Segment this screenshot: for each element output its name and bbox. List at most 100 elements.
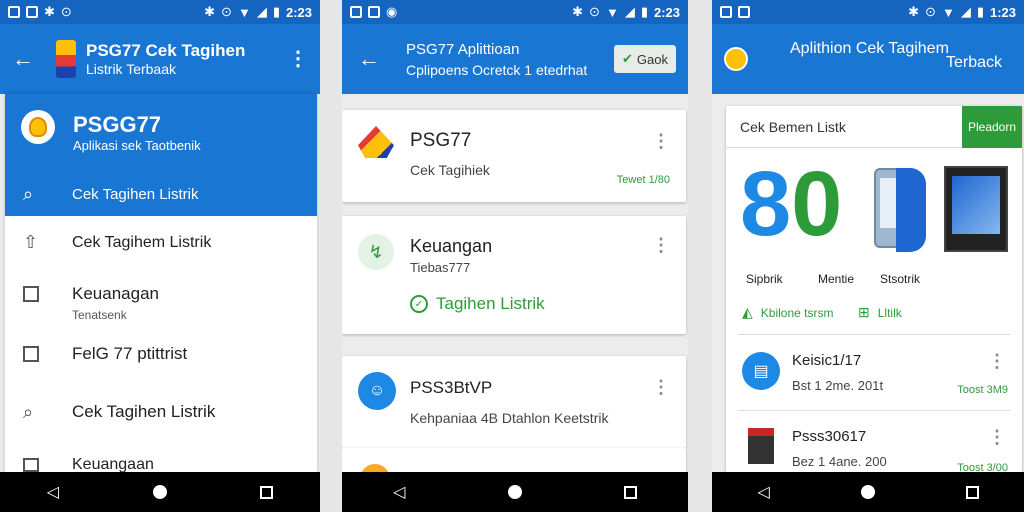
app-logo-icon — [56, 40, 76, 78]
alarm-icon: ⊙ — [589, 4, 600, 19]
drawer-item-label: FelG 77 ptittrist — [72, 344, 188, 363]
app-title: PSG77 Aplittioan — [406, 40, 520, 58]
list-card[interactable]: PSG77 Cek Tagihiek Tewet 1/80 ⋮ — [342, 110, 686, 202]
list-item[interactable]: ▤ Keisic1/17 Bst 1 2me. 201t Toost 3M9 ⋮ — [726, 338, 1022, 410]
app-title: PSG77 Cek Tagihen — [86, 41, 246, 60]
list-item-title: Keisic1/17 — [792, 352, 862, 369]
appbar-button[interactable]: ✔ Gaok — [614, 45, 676, 73]
plug-icon: ⊞ — [858, 304, 870, 320]
big-digit: 8 — [740, 153, 792, 255]
message-icon: ◉ — [386, 4, 398, 19]
back-arrow-icon[interactable]: ← — [358, 46, 380, 72]
card-title: PSS3BtVP — [410, 378, 493, 397]
big-digit: 0 — [791, 153, 843, 255]
status-time: 1:23 — [989, 4, 1016, 20]
home-icon[interactable] — [152, 485, 167, 499]
panel-action[interactable]: ⊞ Lltilk — [858, 304, 902, 321]
overflow-menu-icon[interactable]: ⋮ — [288, 49, 308, 69]
system-nav-bar: ◁ — [342, 472, 688, 512]
drawer-item-label: Cek Tagihen Listrik — [72, 402, 216, 421]
card-action-label: Tagihen Listrik — [436, 294, 545, 313]
panel-action[interactable]: ◭ Kbilone tsrsm — [742, 304, 833, 321]
app-subtitle: Listrik Terbaak — [86, 61, 177, 77]
status-bar: ✱ ⊙ ▼ ◢ ▮ 1:23 — [712, 0, 1024, 24]
app-bar: Aplithion Cek Tagihem Terback — [712, 24, 1024, 94]
overflow-menu-icon[interactable]: ⋮ — [652, 132, 670, 150]
status-bar: ◉ ✱ ⊙ ▼ ◢ ▮ 2:23 — [342, 0, 688, 24]
bulb-icon[interactable] — [724, 47, 748, 71]
app-subtitle: Cplipoens Ocretck 1 etedrhat — [406, 61, 588, 78]
battery-icon: ▮ — [976, 4, 984, 19]
notification-icon — [720, 6, 732, 18]
notification-icon — [738, 6, 750, 18]
chart-icon: ↯ — [358, 234, 394, 270]
overflow-menu-icon[interactable]: ⋮ — [988, 428, 1006, 446]
system-nav-bar: ◁ — [0, 472, 320, 512]
drawer-item[interactable]: ⌕ Cek Tagihen Listrik — [5, 394, 317, 438]
back-icon[interactable]: ◁ — [757, 482, 769, 502]
illustration-label: Sipbrik — [746, 272, 783, 286]
bolt-icon: ✓ — [410, 295, 428, 313]
drawer-item[interactable]: Keuanagan Tenatsenk — [5, 278, 317, 328]
back-icon[interactable]: ◁ — [393, 482, 405, 502]
list-item[interactable]: Psss30617 Bez 1 4ane. 200 Toost 3/00 ⋮ — [726, 412, 1022, 474]
notification-icon — [26, 6, 38, 18]
home-icon[interactable] — [860, 485, 875, 499]
phone-screen-1: ✱ ⊙ ✱ ⊙ ▼ ◢ ▮ 2:23 ← PSG77 Cek Tagihen L… — [0, 0, 320, 512]
list-item-title: Psss30617 — [792, 428, 867, 445]
card-title: Keuangan — [410, 236, 493, 256]
back-arrow-icon[interactable]: ← — [12, 46, 34, 72]
signal-icon: ◢ — [256, 4, 267, 19]
divider — [738, 334, 1010, 335]
illustration-label: Stsotrik — [880, 272, 921, 286]
drawer-item[interactable]: FelG 77 ptittrist — [5, 338, 317, 382]
app-bar: ← PSG77 Cek Tagihen Listrik Terbaak ⋮ — [0, 24, 320, 94]
big-number: 8 0 — [740, 158, 842, 250]
document-icon — [23, 346, 39, 362]
app-title: Aplithion Cek Tagihem — [790, 40, 949, 57]
card-meta: Tewet 1/80 — [616, 174, 670, 186]
notification-icon — [8, 6, 20, 18]
signal-icon: ◢ — [624, 4, 635, 19]
card-action[interactable]: ✓ Tagihen Listrik — [410, 294, 545, 314]
summary-card: Cek Bemen Listk Pleadorn 8 0 Sipbrik Men… — [726, 106, 1022, 474]
bluetooth-icon: ✱ — [908, 4, 920, 19]
card-subtitle: Tiebas777 — [410, 260, 471, 275]
check-icon: ✔ — [622, 51, 633, 66]
bluetooth-icon: ✱ — [204, 4, 216, 19]
calendar-icon — [23, 286, 39, 302]
panel-action-label: Kbilone tsrsm — [760, 305, 834, 320]
recents-icon[interactable] — [260, 485, 274, 499]
panel-header-button[interactable]: Pleadorn — [962, 106, 1022, 148]
home-icon[interactable] — [507, 485, 522, 499]
overflow-menu-icon[interactable]: ⋮ — [652, 378, 670, 396]
list-icon — [23, 458, 39, 472]
panel-header-button-label: Pleadorn — [967, 120, 1017, 134]
app-subtitle: Terback — [945, 54, 1002, 71]
list-card[interactable]: ↯ Keuangan Tiebas777 ✓ Tagihen Listrik ⋮ — [342, 216, 686, 334]
wifi-icon: ▼ — [941, 4, 955, 20]
bluetooth-icon: ✱ — [572, 4, 584, 19]
drawer-item[interactable]: ⇧ Cek Tagihem Listrik — [5, 222, 317, 266]
overflow-menu-icon[interactable]: ⋮ — [652, 236, 670, 254]
alarm-icon: ⊙ — [925, 4, 936, 19]
status-bar: ✱ ⊙ ✱ ⊙ ▼ ◢ ▮ 2:23 — [0, 0, 320, 24]
list-card[interactable]: ☺ PSS3BtVP Kehpaniaa 4B Dtahlon Keetstri… — [342, 356, 686, 448]
recents-icon[interactable] — [623, 485, 637, 499]
card-title: PSG77 — [410, 130, 472, 151]
divider — [738, 410, 1010, 411]
chart-icon: ◭ — [742, 304, 753, 320]
drawer-title: PSGG77 — [73, 112, 162, 137]
back-icon[interactable]: ◁ — [47, 482, 59, 502]
system-nav-bar: ◁ — [712, 472, 1024, 512]
status-time: 2:23 — [285, 4, 312, 20]
notification-icon — [368, 6, 380, 18]
recents-icon[interactable] — [965, 485, 979, 499]
overflow-menu-icon[interactable]: ⋮ — [988, 352, 1006, 370]
drawer-selected-label: Cek Tagihen Listrik — [72, 185, 199, 203]
alarm-icon: ⊙ — [221, 4, 232, 19]
bulb-icon — [21, 110, 55, 144]
drawer-selected-item[interactable]: ⌕ Cek Tagihen Listrik — [5, 172, 317, 216]
phone-screen-3: ✱ ⊙ ▼ ◢ ▮ 1:23 Aplithion Cek Tagihem Ter… — [712, 0, 1024, 512]
document-icon: ▤ — [742, 352, 780, 390]
